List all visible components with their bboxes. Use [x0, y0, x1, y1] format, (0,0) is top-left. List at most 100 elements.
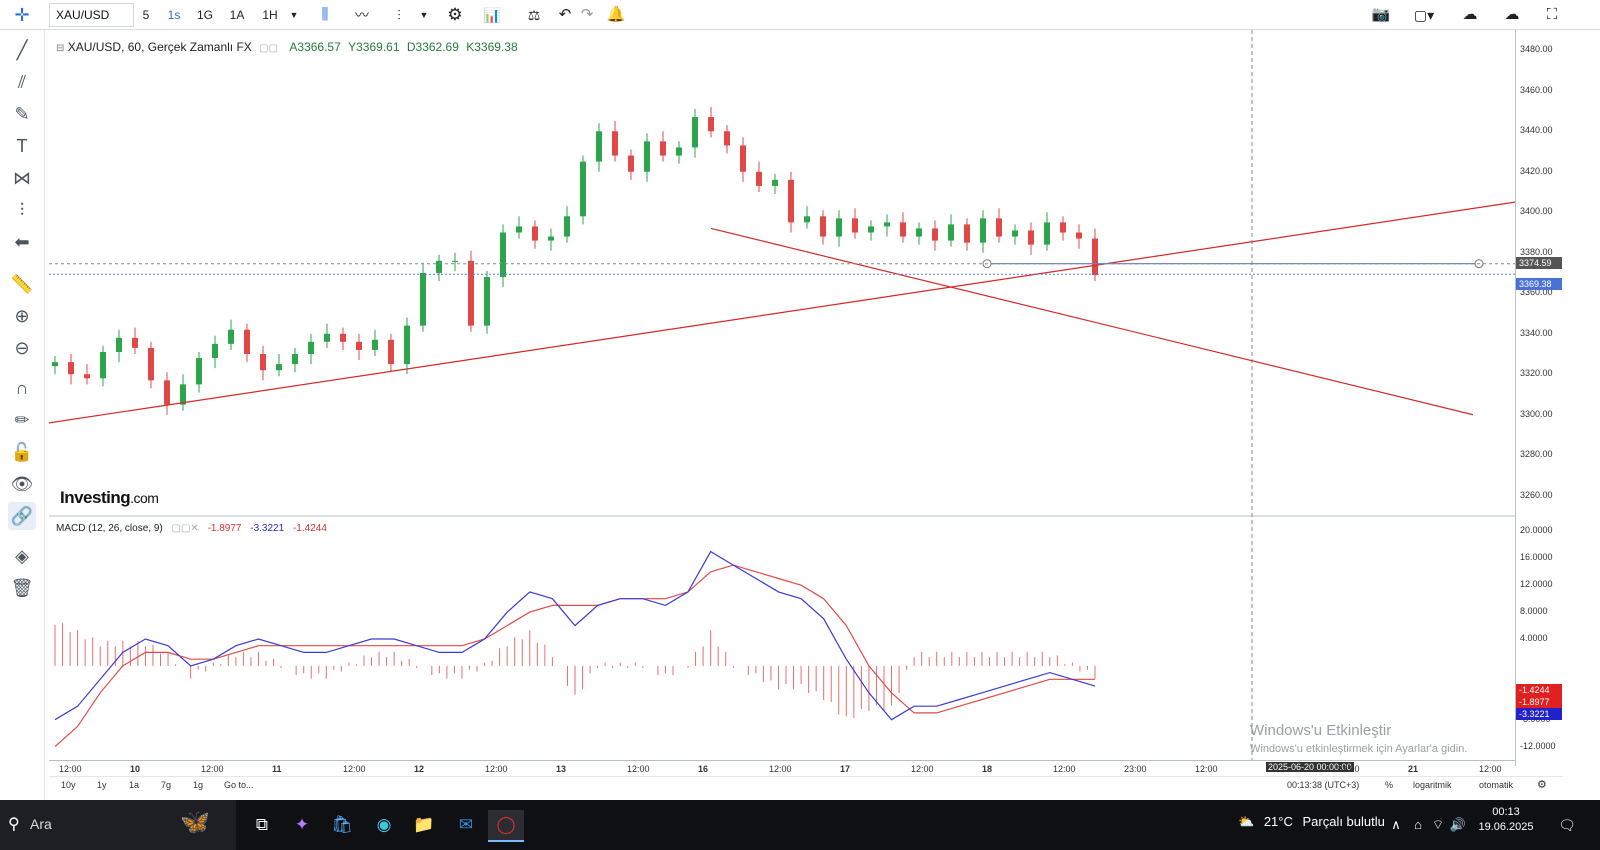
task-view-icon[interactable]: ⧉: [244, 810, 280, 840]
brush-tool-icon[interactable]: ✎: [8, 100, 36, 128]
layout-select-icon[interactable]: ▢▾: [1404, 3, 1444, 27]
candle-body: [452, 260, 458, 262]
percent-toggle[interactable]: %: [1385, 780, 1393, 790]
pattern-tool-icon[interactable]: ⋈: [8, 164, 36, 192]
legend-settings-icon[interactable]: ▢▢: [259, 43, 278, 54]
chart-canvas[interactable]: [49, 30, 1515, 766]
redo-icon[interactable]: ↷: [576, 3, 598, 27]
price-axis[interactable]: 3480.00 3460.00 3440.00 3420.00 3400.00 3380.…: [1515, 30, 1563, 766]
macd-settings-icon[interactable]: ▢▢✕: [172, 523, 199, 534]
link-sync-icon[interactable]: 🔗: [8, 502, 36, 530]
time-axis[interactable]: 12:00 10 12:00 11 12:00 12 12:00 13 12:00 16 12:00…: [49, 760, 1515, 776]
auto-toggle[interactable]: otomatik: [1479, 780, 1513, 790]
candle-body: [420, 273, 426, 326]
price-candles: [52, 106, 1098, 415]
macd-tick-label: 8.0000: [1520, 606, 1548, 617]
trend-line-tool-icon[interactable]: ╱: [8, 36, 36, 64]
chart-area[interactable]: [49, 30, 1515, 766]
fibonacci-tool-icon[interactable]: ⫽: [8, 68, 36, 96]
taskbar-clock[interactable]: 00:13 19.06.2025: [1476, 806, 1536, 833]
candle-body: [980, 218, 986, 243]
candle-body: [820, 216, 826, 237]
tray-chevron-icon[interactable]: ∧: [1386, 810, 1406, 840]
symbol-input[interactable]: XAU/USD: [49, 3, 134, 27]
interval-1g[interactable]: 1G: [192, 3, 218, 27]
store-app-icon[interactable]: 🛍: [324, 810, 360, 840]
undo-icon[interactable]: ↶: [554, 3, 576, 27]
settings-gear-icon[interactable]: ⚙: [442, 3, 468, 27]
interval-1a[interactable]: 1A: [224, 3, 250, 27]
bars-style-icon[interactable]: ⫶: [386, 3, 412, 27]
candle-body: [292, 354, 298, 365]
candle-body: [836, 218, 842, 237]
range-7g[interactable]: 7g: [161, 780, 171, 790]
time-tick-label: 12:00: [627, 764, 650, 774]
zoom-out-icon[interactable]: ⊖: [8, 334, 36, 362]
wifi-icon[interactable]: ⌔: [1428, 810, 1448, 840]
eye-visibility-icon[interactable]: 👁: [8, 470, 36, 498]
macd-tick-label: 16.0000: [1520, 552, 1553, 563]
ruler-tool-icon[interactable]: 📏: [8, 270, 36, 298]
alert-bell-icon[interactable]: 🔔: [602, 3, 630, 27]
back-arrow-icon[interactable]: ⬅: [8, 228, 36, 256]
fullscreen-icon[interactable]: ⛶: [1538, 3, 1566, 27]
time-tick-label: 12:00: [59, 764, 82, 774]
unlock-icon[interactable]: 🔓: [8, 438, 36, 466]
range-10y[interactable]: 10y: [61, 780, 76, 790]
candle-body: [516, 226, 522, 233]
zoom-in-icon[interactable]: ⊕: [8, 302, 36, 330]
utc-clock[interactable]: 00:13:38 (UTC+3): [1287, 780, 1359, 790]
candle-body: [564, 216, 570, 237]
candle-body: [724, 131, 730, 146]
cloud-download-icon[interactable]: ☁: [1452, 3, 1488, 27]
edge-browser-icon[interactable]: ◉: [366, 810, 402, 840]
line-style-icon[interactable]: 〰: [348, 3, 376, 27]
time-tick-label: 12:00: [1479, 764, 1502, 774]
weather-widget[interactable]: ⛅ 21°C Parçalı bulutlu: [1238, 814, 1385, 830]
time-tick-label: 16: [698, 764, 709, 774]
crosshair-tool-icon[interactable]: ✛: [8, 3, 36, 27]
compare-scale-icon[interactable]: ⚖: [520, 3, 548, 27]
time-tick-label: 12: [414, 764, 425, 774]
magnet-icon[interactable]: ∩: [8, 374, 36, 402]
candle-body: [884, 222, 890, 227]
price-tick-label: 3300.00: [1520, 408, 1553, 419]
macd-value-label: -1.4244: [1516, 683, 1562, 696]
lock-drawing-icon[interactable]: ✏: [8, 406, 36, 434]
interval-dropdown-icon[interactable]: ▼: [284, 3, 304, 27]
time-tick-label: 12:00: [201, 764, 224, 774]
axis-settings-gear-icon[interactable]: ⚙: [1537, 778, 1547, 791]
cloud-upload-icon[interactable]: ☁: [1494, 3, 1530, 27]
search-box[interactable]: ⚲ Ara 🦋: [0, 800, 236, 850]
candle-body: [164, 380, 170, 405]
range-1g[interactable]: 1g: [193, 780, 203, 790]
file-explorer-icon[interactable]: 📁: [406, 810, 442, 840]
range-1a[interactable]: 1a: [129, 780, 139, 790]
measure-tool-icon[interactable]: ⫶: [8, 196, 36, 224]
candle-body: [1076, 232, 1082, 239]
opera-browser-icon[interactable]: ◯: [488, 810, 524, 842]
notifications-icon[interactable]: 🗨: [1552, 810, 1582, 840]
search-icon: ⚲: [8, 816, 20, 833]
indicators-icon[interactable]: 📊: [478, 3, 506, 27]
interval-1h[interactable]: 1H: [256, 3, 284, 27]
range-1y[interactable]: 1y: [97, 780, 107, 790]
macd-tick-label: -12.0000: [1520, 740, 1556, 751]
style-dropdown-icon[interactable]: ▼: [414, 3, 434, 27]
log-toggle[interactable]: logaritmik: [1413, 780, 1452, 790]
layers-icon[interactable]: ◈: [8, 542, 36, 570]
candle-body: [1028, 230, 1034, 245]
go-to-date[interactable]: Go to...: [224, 780, 254, 790]
interval-1s[interactable]: 1s: [160, 3, 188, 27]
camera-snapshot-icon[interactable]: 📷: [1366, 3, 1396, 27]
volume-icon[interactable]: 🔊: [1448, 810, 1468, 840]
trash-delete-icon[interactable]: 🗑: [8, 574, 36, 602]
interval-5[interactable]: 5: [134, 3, 158, 27]
network-icon[interactable]: ⌂: [1408, 810, 1428, 840]
candle-body: [68, 362, 74, 375]
copilot-app-icon[interactable]: ✦: [284, 810, 320, 840]
candle-style-icon[interactable]: ⫼: [312, 3, 338, 27]
legend-collapse-icon[interactable]: ⊟: [56, 43, 64, 54]
outlook-app-icon[interactable]: ✉: [448, 810, 484, 840]
text-tool-icon[interactable]: T: [8, 132, 36, 160]
